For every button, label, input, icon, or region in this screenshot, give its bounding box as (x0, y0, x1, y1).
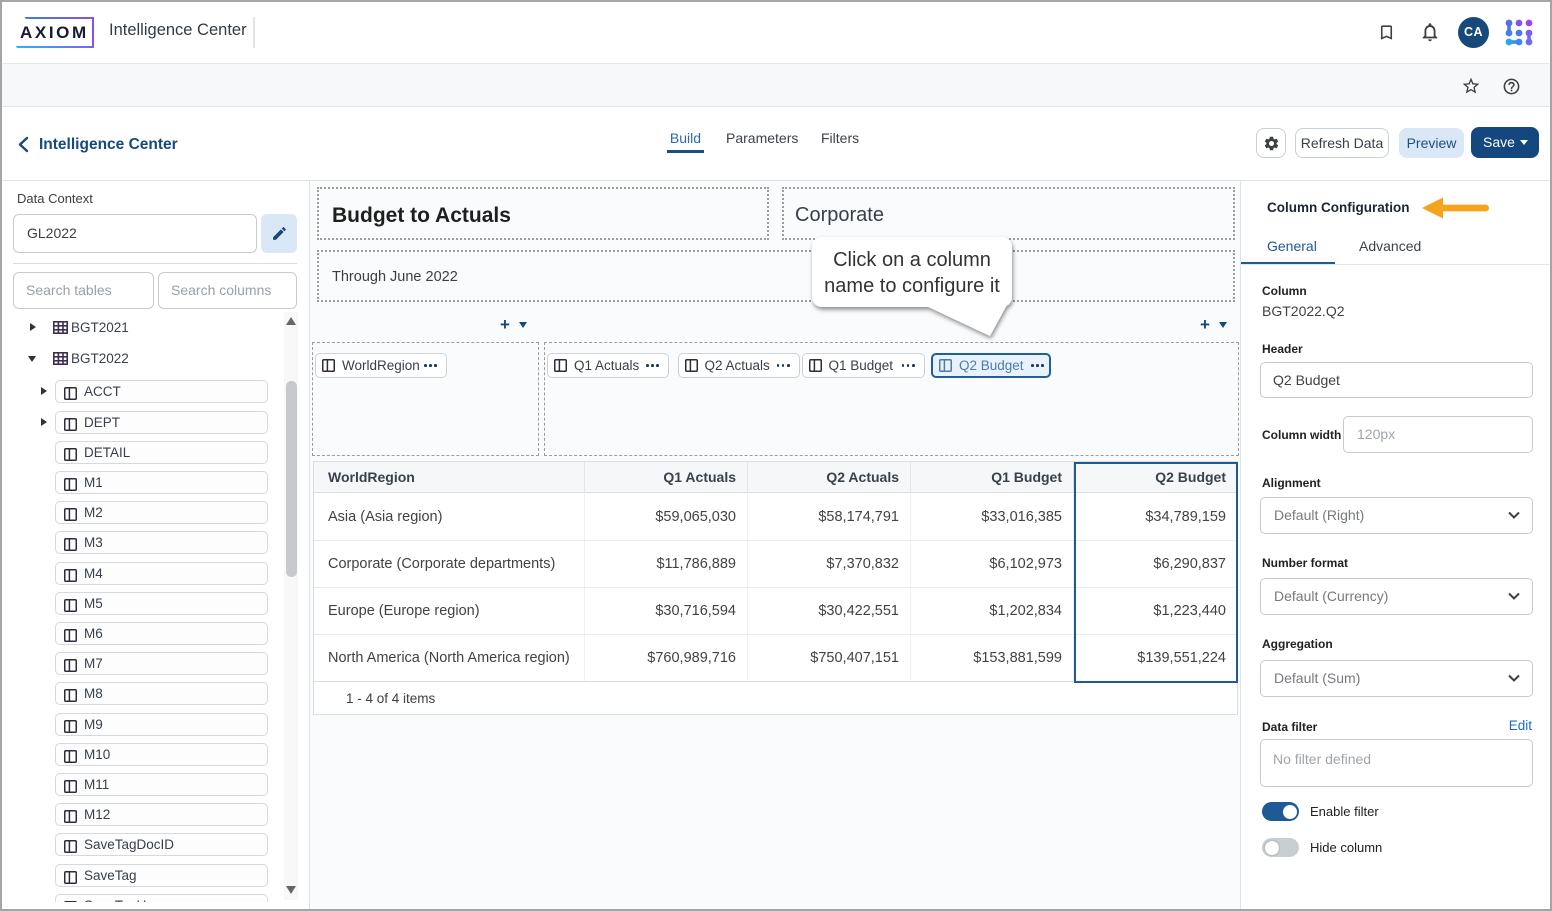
svg-text:name to configure it: name to configure it (824, 275, 1000, 297)
svg-text:Click on a column: Click on a column (833, 249, 991, 271)
